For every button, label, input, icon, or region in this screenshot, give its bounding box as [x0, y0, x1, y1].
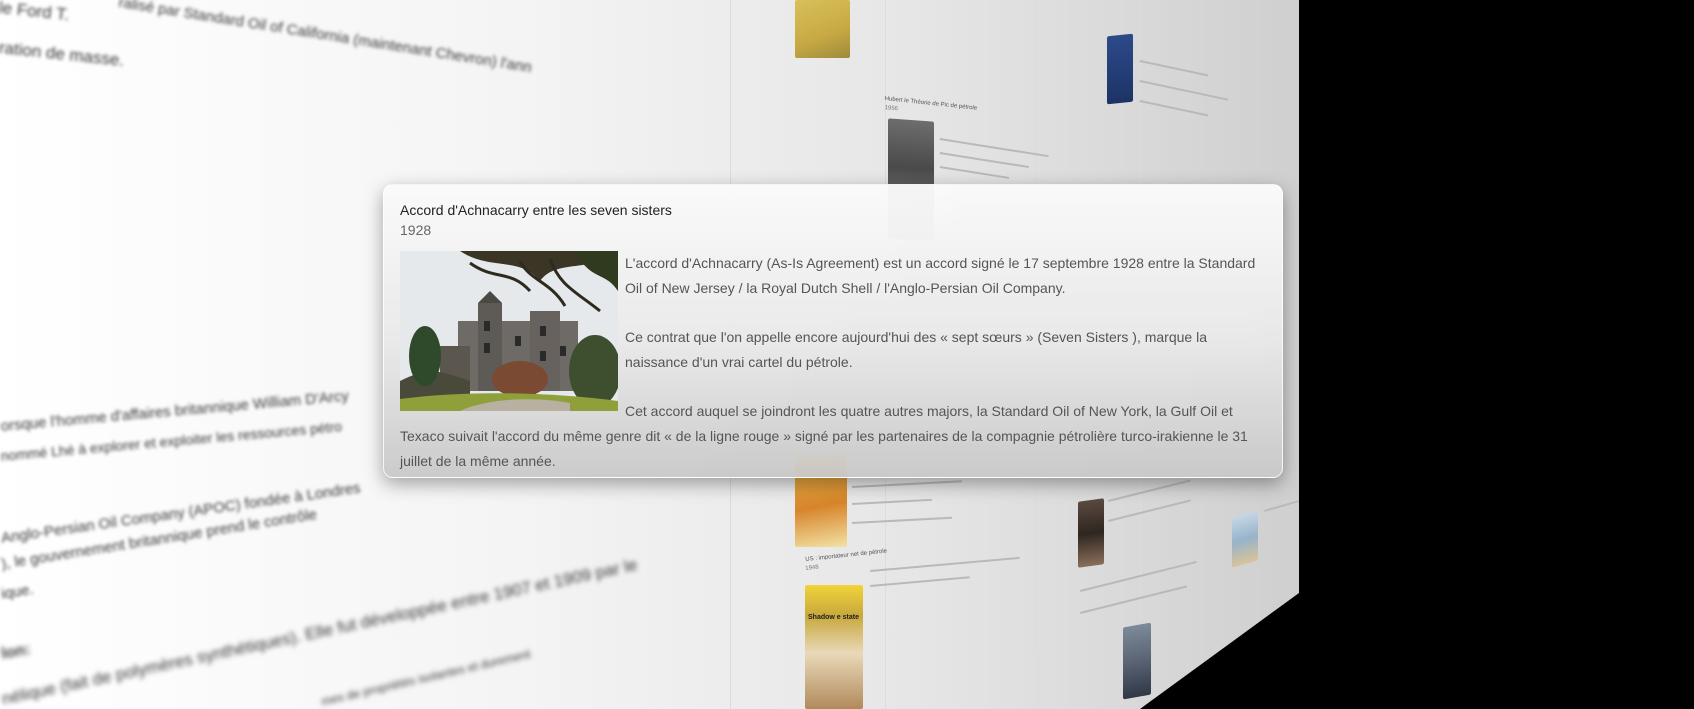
entry-text-line [1080, 585, 1188, 614]
magazine-cover-thumbnail[interactable]: Shadow e state [805, 585, 863, 709]
entry-text-line [1139, 60, 1209, 77]
timeline-text-line: le Ford T. [0, 0, 71, 25]
event-detail-card[interactable]: Accord d'Achnacarry entre les seven sist… [383, 184, 1283, 478]
entry-text-line [1139, 80, 1229, 101]
castle-photo[interactable] [400, 251, 618, 411]
entry-text-line [1264, 500, 1299, 512]
timeline-viewport[interactable]: le Ford T. ralisé par Standard Oil of Ca… [0, 0, 1694, 709]
entry-text-line [852, 480, 962, 488]
event-year: 1928 [400, 222, 432, 238]
timeline-text-line: ration de masse. [0, 38, 125, 71]
map-thumbnail[interactable] [795, 0, 850, 58]
entry-title: US : importateur net de pétrole [805, 548, 888, 563]
entry-text-line [1108, 499, 1191, 522]
entry-text-line [939, 166, 1010, 179]
entry-text-line [939, 152, 1029, 169]
castle-illustration [400, 251, 618, 411]
entry-text-line [852, 516, 952, 524]
entry-text-line [852, 498, 932, 505]
entry-year: 1948 [805, 564, 820, 572]
event-description-paragraph: L'accord d'Achnacarry (As-Is Agreement) … [625, 255, 1256, 296]
timeline-text-line: ralisé par Standard Oil of California (m… [117, 0, 533, 77]
magazine-cover-text: Shadow e state [808, 614, 859, 621]
entry-title: Hubert le Théorie de Pic de pétrole [884, 95, 978, 112]
entry-year: 1956 [884, 104, 899, 113]
entry-text-line [1108, 479, 1191, 502]
timeline-text-line: ique. [0, 580, 35, 603]
event-title: Accord d'Achnacarry entre les seven sist… [400, 202, 672, 218]
entry-header[interactable]: Hubert le Théorie de Pic de pétrole 1956 [884, 95, 995, 112]
entry-text-line [1139, 100, 1209, 117]
timeline-text-line: mes de propriétés isolantes et durement [320, 646, 532, 709]
map-thumbnail[interactable] [1107, 33, 1133, 105]
timeline-text-line: lon: [0, 640, 32, 663]
map-thumbnail[interactable] [1232, 510, 1258, 568]
photo-thumbnail[interactable] [1123, 622, 1151, 700]
timeline-text-line: nélique (fait de polymères synthétiques)… [0, 555, 640, 709]
event-description-paragraph: Ce contrat que l'on appelle encore aujou… [625, 329, 1207, 370]
event-description-paragraph: Cet accord auquel se joindront les quatr… [400, 403, 1248, 469]
portrait-thumbnail[interactable] [1078, 498, 1104, 568]
